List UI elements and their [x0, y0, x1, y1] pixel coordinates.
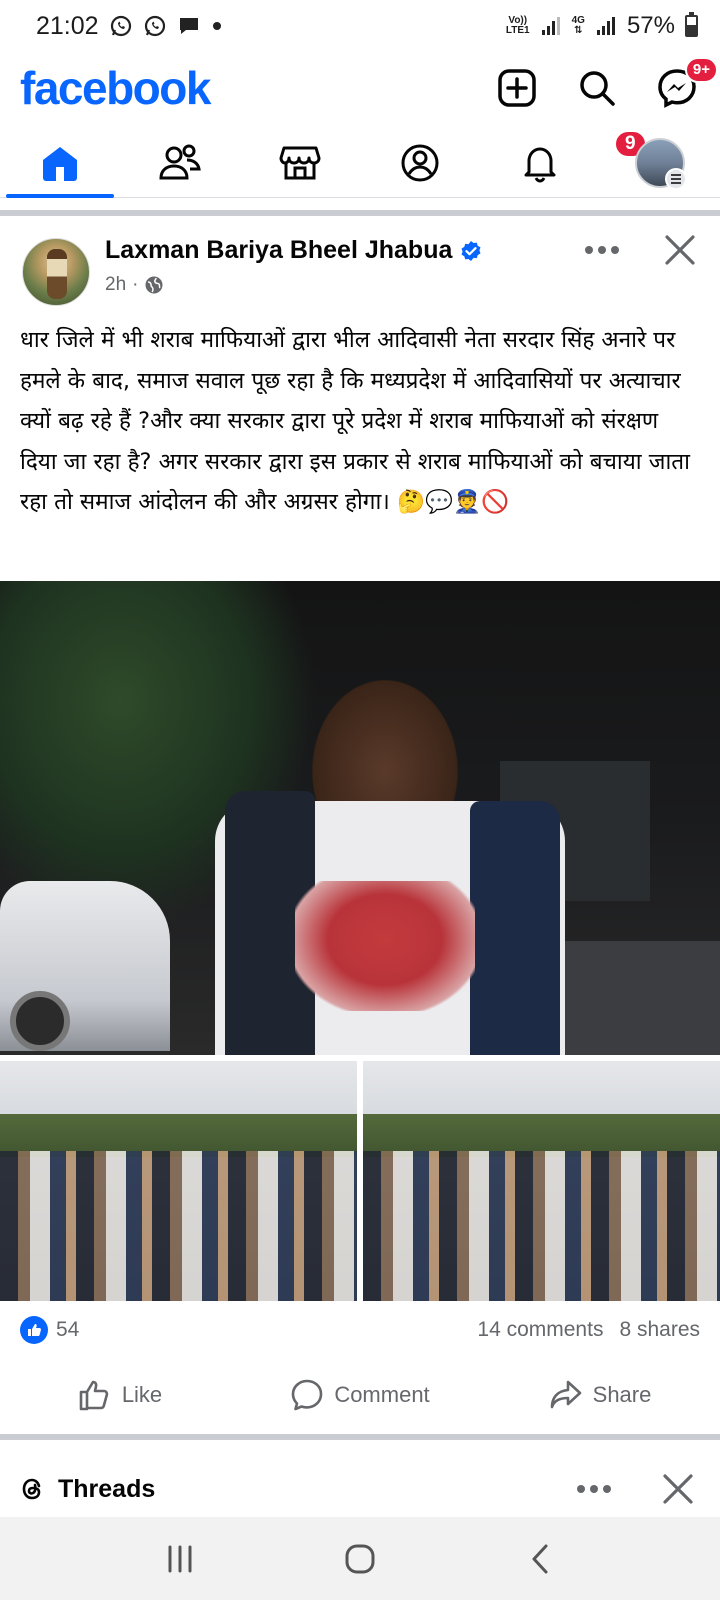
tab-menu[interactable] [600, 128, 720, 197]
battery-percent: 57% [626, 12, 675, 39]
shares-count[interactable]: 8 shares [619, 1318, 700, 1342]
plus-square-icon [498, 69, 536, 107]
data-type-label: 4G ⇅ [571, 15, 585, 36]
ellipsis-icon [585, 246, 619, 254]
data-type: 4G [571, 15, 585, 26]
message-icon [177, 14, 201, 38]
tab-notifications[interactable]: 9 [480, 128, 647, 197]
divider [0, 210, 720, 216]
tab-friends[interactable] [120, 128, 240, 197]
profile-icon [401, 144, 439, 181]
home-icon [43, 146, 77, 181]
dot-icon [211, 20, 223, 32]
battery-icon [685, 12, 698, 37]
marketplace-icon [279, 146, 321, 179]
author-name[interactable]: Laxman Bariya Bheel Jhabua [105, 236, 452, 265]
post-photo-grid [0, 1061, 720, 1301]
menu-icon [665, 167, 687, 190]
like-button[interactable]: Like [0, 1378, 240, 1412]
create-button[interactable] [494, 65, 540, 111]
share-label: Share [592, 1382, 652, 1407]
like-label: Like [121, 1382, 163, 1407]
close-icon [663, 1474, 693, 1504]
comment-label: Comment [334, 1382, 430, 1407]
signal-icon [540, 15, 562, 37]
bell-icon [524, 147, 556, 183]
volte-label: Vo)) LTE1 [506, 16, 530, 36]
home-system-button[interactable] [330, 1529, 390, 1589]
tab-profile[interactable] [360, 128, 480, 197]
friends-icon [159, 144, 201, 179]
status-time: 21:02 [36, 11, 99, 40]
facebook-logo[interactable]: facebook [20, 61, 494, 115]
author-name-row[interactable]: Laxman Bariya Bheel Jhabua [105, 236, 482, 265]
ellipsis-icon [577, 1485, 611, 1493]
post-photo-main[interactable] [0, 581, 720, 1055]
post-body-text: धार जिले में भी शराब माफियाओं द्वारा भील… [20, 327, 690, 515]
network-label-bottom: LTE1 [505, 25, 530, 36]
reactions-summary: 54 14 comments 8 shares [0, 1310, 720, 1350]
battery-fill [687, 24, 696, 35]
meta-separator: · [132, 274, 139, 295]
post-actions: Like Comment Share [0, 1372, 720, 1418]
system-nav-bar [0, 1517, 720, 1600]
recent-apps-button[interactable] [150, 1529, 210, 1589]
tab-marketplace[interactable] [240, 128, 360, 197]
search-button[interactable] [574, 65, 620, 111]
messenger-badge: 9+ [684, 57, 718, 83]
post-meta: 2h · [105, 274, 164, 296]
post-photo-crowd-1[interactable] [0, 1061, 357, 1301]
post-photo-crowd-2[interactable] [363, 1061, 720, 1301]
threads-icon [22, 1478, 41, 1500]
tab-home[interactable] [0, 128, 120, 198]
more-options-button[interactable] [580, 230, 624, 270]
status-bar: 21:02 Vo)) LTE1 4G ⇅ 57% [0, 0, 720, 52]
avatar [635, 137, 687, 190]
comment-icon [292, 1379, 323, 1411]
main-nav: 9 [0, 128, 720, 198]
author-avatar[interactable] [22, 238, 90, 306]
reaction-count[interactable]: 54 [56, 1318, 79, 1342]
back-button[interactable] [510, 1529, 570, 1589]
share-icon [550, 1380, 581, 1409]
share-button[interactable]: Share [480, 1378, 720, 1412]
verified-badge-icon [461, 240, 481, 261]
post-time[interactable]: 2h [105, 274, 126, 296]
search-icon [580, 71, 615, 106]
whatsapp-icon [109, 14, 133, 38]
home-circle-icon [345, 1544, 375, 1573]
messenger-button[interactable]: 9+ [654, 57, 718, 111]
app-header: facebook 9+ [0, 52, 720, 124]
hide-post-button[interactable] [658, 228, 702, 272]
whatsapp-icon [143, 14, 167, 38]
globe-icon [145, 276, 163, 294]
divider [0, 1434, 720, 1440]
threads-more-button[interactable] [572, 1469, 616, 1509]
signal-icon [595, 15, 617, 37]
threads-label[interactable]: Threads [58, 1475, 572, 1504]
threads-section-header: Threads [0, 1464, 720, 1514]
recents-icon [168, 1545, 192, 1572]
post-header: Laxman Bariya Bheel Jhabua 2h · [0, 228, 720, 314]
like-reaction-icon[interactable] [20, 1316, 48, 1344]
close-icon [665, 235, 695, 265]
comment-button[interactable]: Comment [240, 1378, 480, 1412]
thumbs-up-icon [79, 1380, 109, 1411]
back-chevron-icon [532, 1544, 548, 1573]
comments-count[interactable]: 14 comments [477, 1318, 603, 1342]
threads-close-button[interactable] [656, 1467, 700, 1511]
